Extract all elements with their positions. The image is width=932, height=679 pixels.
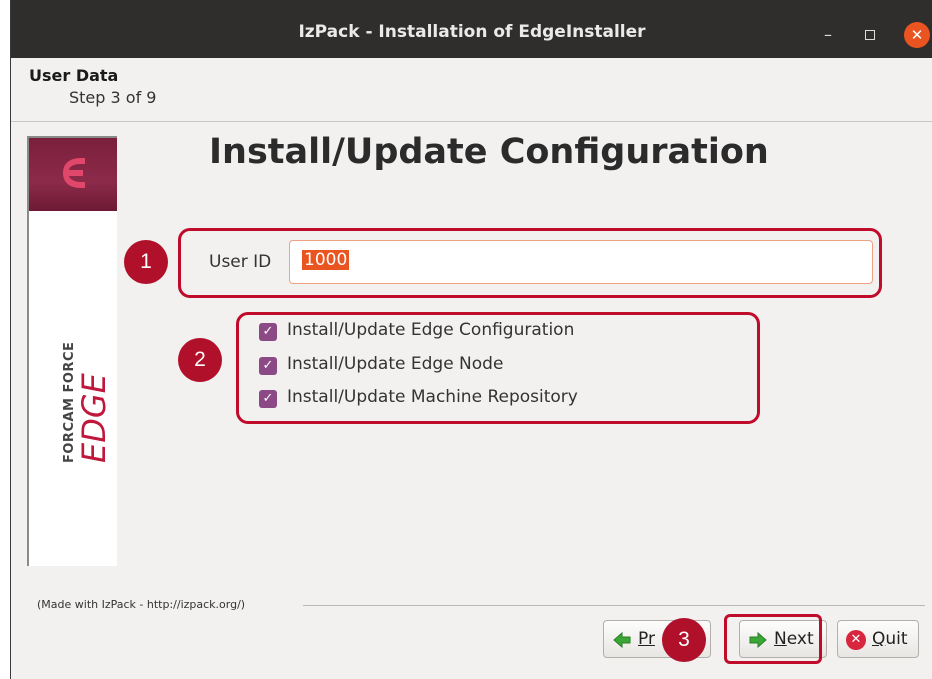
highlight-user-id [178, 228, 882, 298]
highlight-options [236, 312, 760, 424]
header-divider [11, 121, 932, 122]
page-heading: Install/Update Configuration [209, 132, 769, 172]
panel-title: User Data [29, 66, 119, 85]
close-button[interactable]: ✕ [904, 22, 930, 48]
highlight-next-button [724, 614, 822, 664]
edge-logo-icon [63, 158, 85, 188]
forcam-brand-logo: FORCAM FORCE EDGE [62, 342, 113, 463]
window-title: IzPack - Installation of EdgeInstaller [298, 22, 646, 42]
side-banner: FORCAM FORCE EDGE [27, 136, 117, 566]
previous-label-start: Pr [638, 629, 655, 649]
quit-mnemonic: Q [872, 629, 886, 649]
step-marker-3: 3 [662, 618, 706, 662]
maximize-button[interactable] [859, 24, 881, 46]
banner-top [29, 138, 117, 211]
panel-header: User Data Step 3 of 9 [11, 58, 932, 122]
title-bar[interactable]: IzPack - Installation of EdgeInstaller –… [11, 0, 932, 58]
step-indicator: Step 3 of 9 [69, 88, 157, 107]
maximize-icon [865, 30, 875, 40]
close-circle-icon: ✕ [846, 630, 866, 650]
footer-divider [303, 605, 925, 606]
step-marker-2: 2 [178, 338, 222, 382]
quit-label: uit [885, 629, 908, 649]
brand-line2: EDGE [75, 372, 113, 463]
step-marker-1: 1 [124, 240, 168, 284]
minimize-button[interactable]: – [817, 24, 839, 46]
arrow-left-icon [613, 631, 631, 649]
quit-button[interactable]: ✕ Quit [837, 620, 919, 658]
made-with-izpack: (Made with IzPack - http://izpack.org/) [37, 598, 246, 611]
